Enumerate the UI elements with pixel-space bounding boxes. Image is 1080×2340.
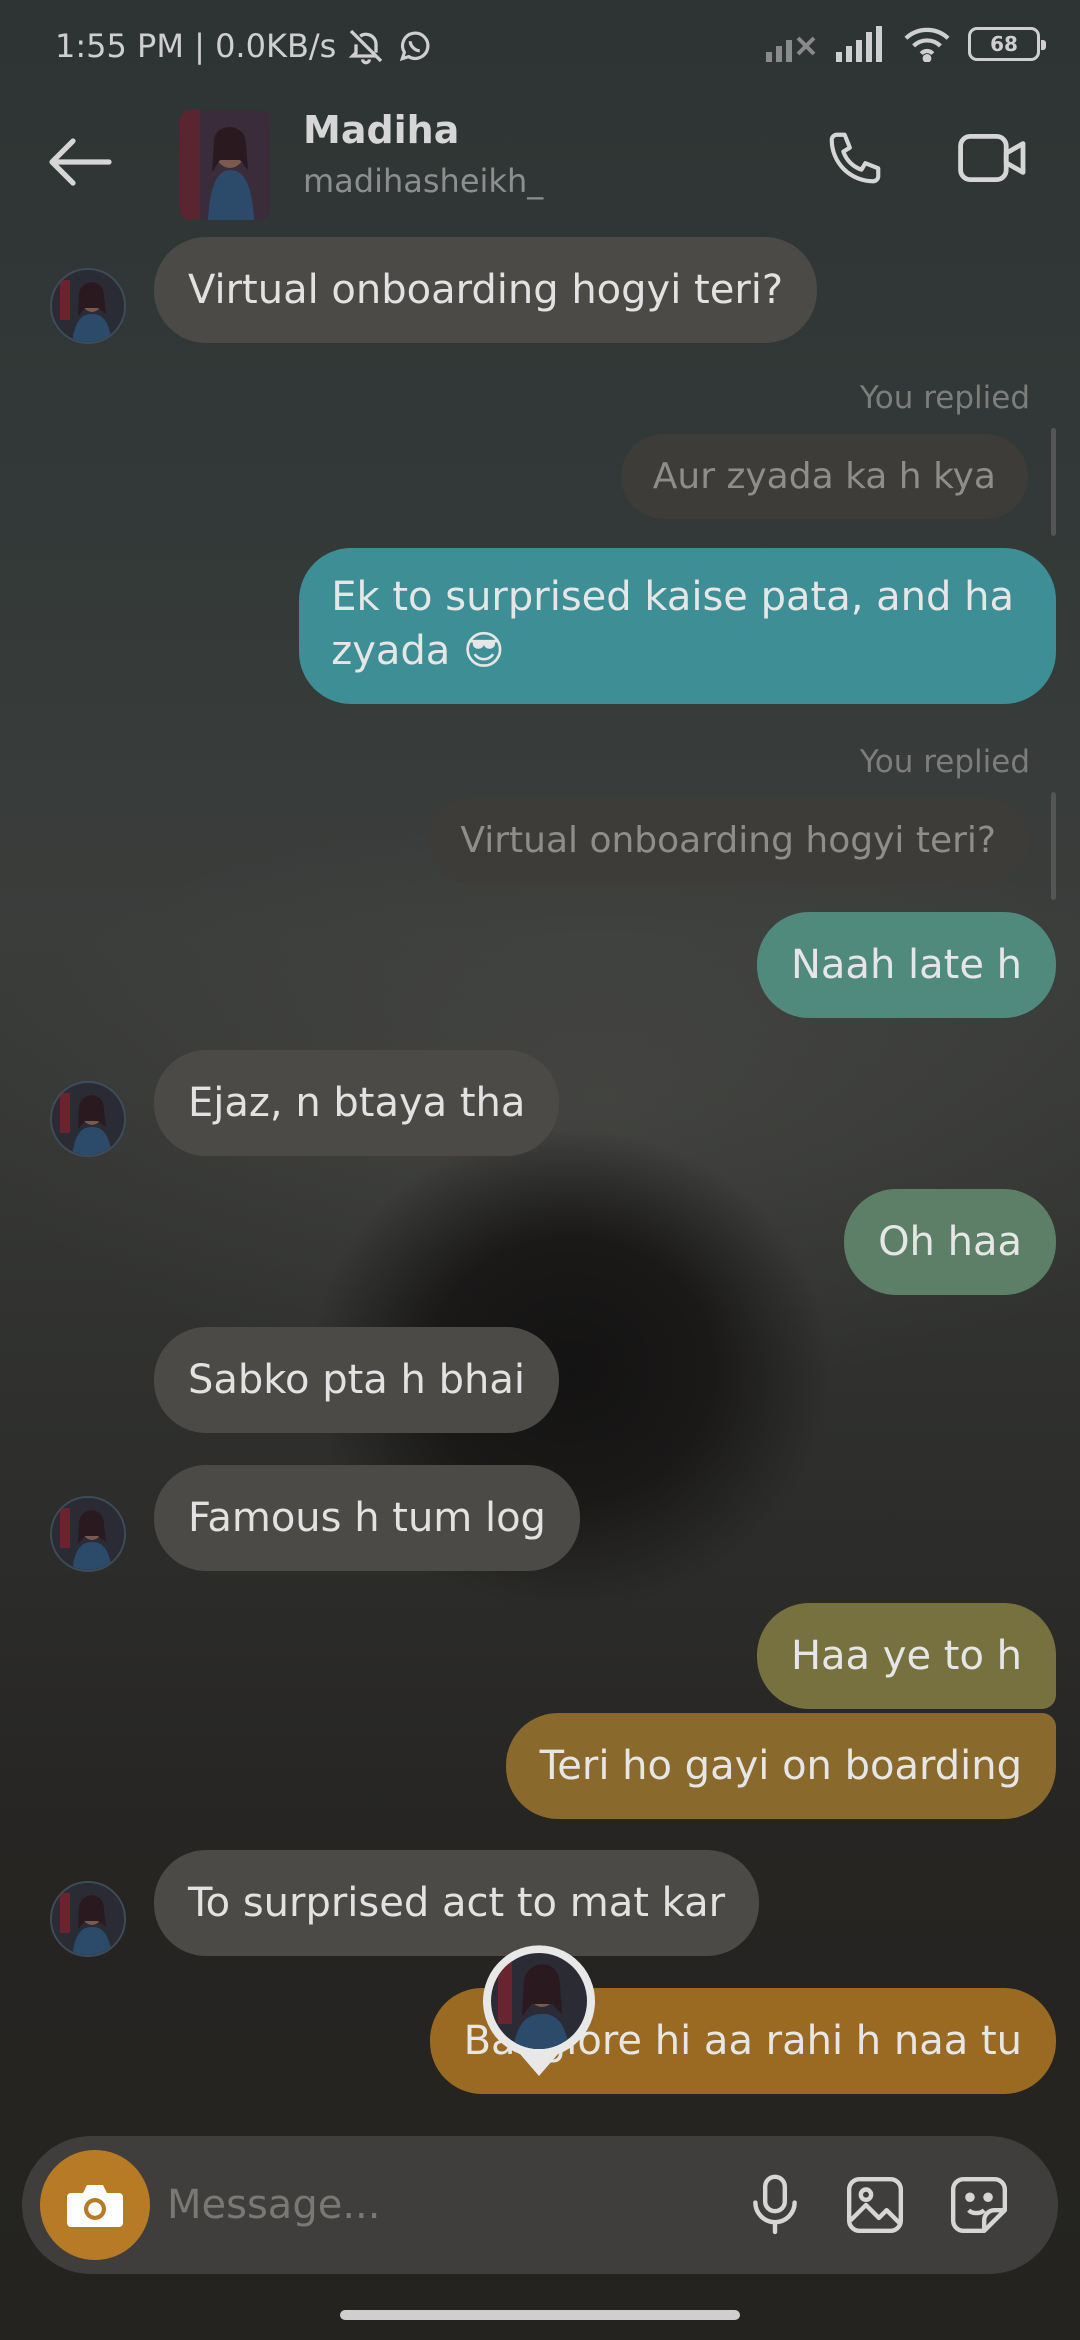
status-bar: 1:55 PM | 0.0KB/s 68 bbox=[0, 0, 1080, 96]
battery-level: 68 bbox=[990, 32, 1018, 56]
back-button[interactable] bbox=[40, 122, 120, 202]
camera-icon bbox=[67, 2185, 123, 2227]
profile-avatar[interactable] bbox=[180, 110, 270, 220]
video-camera-icon bbox=[958, 134, 1026, 182]
message-input[interactable] bbox=[167, 2170, 687, 2240]
battery-icon: 68 bbox=[968, 27, 1046, 61]
message-incoming[interactable]: Sabko pta h bhai bbox=[154, 1327, 559, 1433]
message-line-2: zyada 😎 bbox=[331, 628, 505, 674]
wifi-icon bbox=[904, 27, 950, 62]
whatsapp-icon bbox=[400, 31, 430, 62]
sticker-icon bbox=[950, 2176, 1008, 2234]
sticker-button[interactable] bbox=[940, 2166, 1018, 2244]
reply-quote[interactable]: Aur zyada ka h kya bbox=[620, 434, 1028, 519]
message-outgoing[interactable]: Haa ye to h bbox=[756, 1603, 1056, 1709]
image-icon bbox=[846, 2176, 904, 2234]
sender-avatar[interactable] bbox=[50, 268, 126, 344]
chat-head-avatar-icon bbox=[483, 1945, 595, 2076]
contact-handle[interactable]: madihasheikh_ bbox=[303, 162, 543, 200]
message-outgoing[interactable]: Ek to surprised kaise pata, and ha zyada… bbox=[299, 548, 1056, 704]
message-incoming[interactable]: Virtual onboarding hogyi teri? bbox=[154, 237, 818, 343]
reply-quote[interactable]: Virtual onboarding hogyi teri? bbox=[428, 798, 1028, 883]
status-right: 68 bbox=[766, 26, 1046, 62]
message-outgoing[interactable]: Naah late h bbox=[757, 912, 1056, 1018]
gallery-button[interactable] bbox=[836, 2166, 914, 2244]
message-incoming[interactable]: Famous h tum log bbox=[154, 1465, 580, 1571]
sender-avatar[interactable] bbox=[50, 1881, 126, 1957]
contact-name[interactable]: Madiha bbox=[303, 108, 459, 152]
voice-call-button[interactable] bbox=[815, 118, 895, 198]
avatar-photo-icon bbox=[52, 1883, 124, 1955]
signal-weak-icon bbox=[766, 36, 816, 62]
chat-header: Madiha madihasheikh_ bbox=[0, 100, 1080, 230]
you-replied-label: You replied bbox=[859, 380, 1030, 416]
voice-message-button[interactable] bbox=[736, 2166, 814, 2244]
message-composer bbox=[22, 2136, 1058, 2274]
message-outgoing[interactable]: Teri ho gayi on boarding bbox=[505, 1713, 1056, 1819]
sender-avatar[interactable] bbox=[50, 1081, 126, 1157]
message-line-1: Ek to surprised kaise pata, and ha bbox=[331, 574, 1014, 620]
message-incoming[interactable]: Ejaz, n btaya tha bbox=[154, 1050, 560, 1156]
avatar-photo-icon bbox=[52, 1498, 124, 1570]
home-indicator[interactable] bbox=[340, 2310, 740, 2320]
camera-button[interactable] bbox=[40, 2150, 150, 2260]
status-time: 1:55 PM | 0.0KB/s bbox=[55, 27, 337, 65]
status-left: 1:55 PM | 0.0KB/s bbox=[55, 26, 434, 66]
avatar-photo-icon bbox=[52, 270, 124, 342]
reply-bar bbox=[1051, 792, 1056, 900]
signal-icon bbox=[836, 26, 882, 62]
reply-bar bbox=[1051, 428, 1056, 536]
message-incoming[interactable]: To surprised act to mat kar bbox=[154, 1850, 760, 1956]
profile-photo-icon bbox=[180, 110, 270, 220]
floating-chat-head[interactable] bbox=[480, 1944, 598, 2078]
you-replied-label: You replied bbox=[859, 744, 1030, 780]
sender-avatar[interactable] bbox=[50, 1496, 126, 1572]
muted-bell-icon bbox=[348, 29, 383, 65]
message-outgoing[interactable]: Oh haa bbox=[844, 1189, 1056, 1295]
video-call-button[interactable] bbox=[950, 118, 1036, 198]
chat-screen: 1:55 PM | 0.0KB/s 68 Madiha madihasheikh… bbox=[0, 0, 1080, 2340]
arrow-left-icon bbox=[49, 138, 112, 186]
microphone-icon bbox=[753, 2174, 797, 2235]
phone-icon bbox=[829, 132, 881, 184]
avatar-photo-icon bbox=[52, 1083, 124, 1155]
